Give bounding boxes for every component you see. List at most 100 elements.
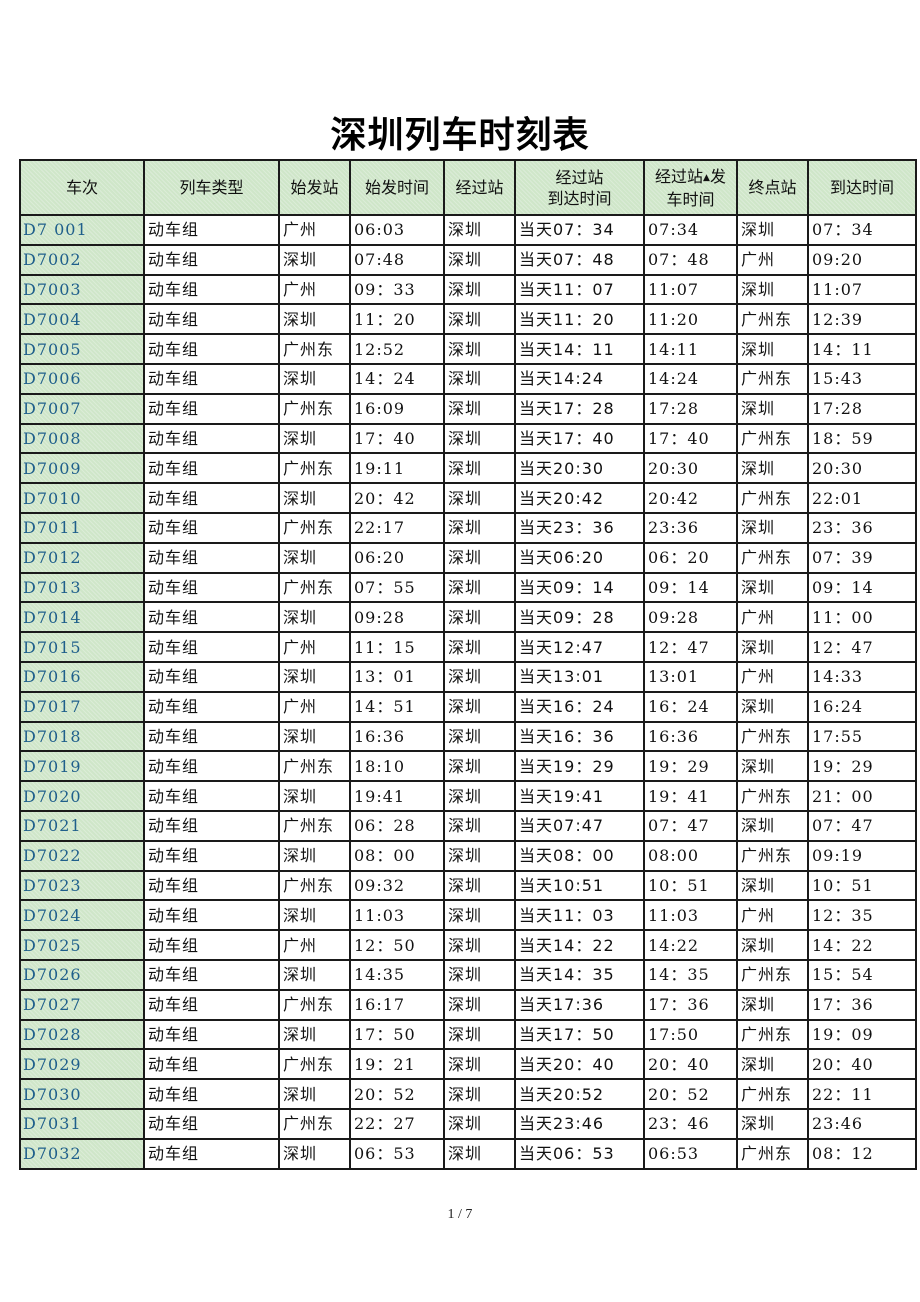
cell-via: 深圳 bbox=[443, 362, 516, 395]
cell-via-arrive: 当天14：35 bbox=[514, 958, 645, 991]
cell-via: 深圳 bbox=[443, 690, 516, 723]
cell-origin: 深圳 bbox=[278, 780, 351, 812]
cell-via-arrive: 当天09：14 bbox=[514, 571, 645, 604]
cell-arrive-time: 17：36 bbox=[807, 988, 917, 1021]
cell-terminal: 广州东 bbox=[736, 839, 809, 872]
table-row: D7018 动车组 深圳 16:36 深圳 当天16：36 16:36 广州东 17:55 bbox=[19, 720, 917, 753]
header-train-no: 车次 bbox=[19, 159, 145, 216]
cell-terminal: 深圳 bbox=[736, 392, 809, 425]
cell-depart-time: 16:09 bbox=[349, 392, 445, 425]
cell-via-depart: 17：36 bbox=[643, 988, 738, 1021]
cell-via: 深圳 bbox=[443, 392, 516, 425]
cell-via-depart: 17:50 bbox=[643, 1018, 738, 1051]
cell-origin: 深圳 bbox=[278, 958, 351, 991]
table-row: D7028 动车组 深圳 17：50 深圳 当天17：50 17:50 广州东 19：09 bbox=[19, 1018, 917, 1051]
cell-via-arrive: 当天16：36 bbox=[514, 720, 645, 753]
table-row: D7022 动车组 深圳 08：00 深圳 当天08：00 08:00 广州东 09:19 bbox=[19, 839, 917, 872]
cell-terminal: 深圳 bbox=[736, 214, 809, 246]
cell-via-arrive: 当天11：03 bbox=[514, 899, 645, 932]
cell-train-type: 动车组 bbox=[143, 273, 280, 306]
cell-terminal: 广州东 bbox=[736, 1018, 809, 1051]
cell-train-type: 动车组 bbox=[143, 988, 280, 1021]
cell-train-type: 动车组 bbox=[143, 452, 280, 485]
page-indicator: 1 / 7 bbox=[447, 1207, 473, 1222]
cell-origin: 广州 bbox=[278, 929, 351, 961]
triangle-mark-icon: ▲ bbox=[703, 172, 710, 183]
cell-depart-time: 14：24 bbox=[349, 362, 445, 395]
cell-train-type: 动车组 bbox=[143, 422, 280, 455]
table-row: D7007 动车组 广州东 16:09 深圳 当天17：28 17:28 深圳 17:28 bbox=[19, 392, 917, 425]
table-row: D7005 动车组 广州东 12:52 深圳 当天14：11 14:11 深圳 14：11 bbox=[19, 333, 917, 365]
cell-terminal: 深圳 bbox=[736, 452, 809, 485]
cell-origin: 深圳 bbox=[278, 839, 351, 872]
cell-train-no: D7020 bbox=[19, 780, 145, 812]
cell-terminal: 广州 bbox=[736, 899, 809, 932]
cell-depart-time: 07:48 bbox=[349, 243, 445, 276]
header-arrive-time: 到达时间 bbox=[807, 159, 917, 216]
cell-via-depart: 16:36 bbox=[643, 720, 738, 753]
cell-train-no: D7 001 bbox=[19, 214, 145, 246]
cell-terminal: 广州东 bbox=[736, 958, 809, 991]
cell-train-no: D7002 bbox=[19, 243, 145, 276]
cell-depart-time: 19:11 bbox=[349, 452, 445, 485]
cell-via: 深圳 bbox=[443, 631, 516, 663]
cell-train-type: 动车组 bbox=[143, 1018, 280, 1051]
cell-arrive-time: 14:33 bbox=[807, 660, 917, 693]
cell-train-no: D7019 bbox=[19, 750, 145, 783]
timetable-body: D7 001 动车组 广州 06:03 深圳 当天07：34 07:34 深圳 07：34 D70… bbox=[19, 214, 917, 1170]
cell-train-no: D7026 bbox=[19, 958, 145, 991]
cell-arrive-time: 17:55 bbox=[807, 720, 917, 753]
cell-origin: 深圳 bbox=[278, 482, 351, 514]
cell-arrive-time: 16:24 bbox=[807, 690, 917, 723]
cell-origin: 广州 bbox=[278, 273, 351, 306]
header-origin: 始发站 bbox=[278, 159, 351, 216]
cell-arrive-time: 12:39 bbox=[807, 303, 917, 336]
cell-origin: 深圳 bbox=[278, 1018, 351, 1051]
cell-via-depart: 20：52 bbox=[643, 1078, 738, 1110]
cell-origin: 深圳 bbox=[278, 601, 351, 634]
cell-via-depart: 17:28 bbox=[643, 392, 738, 425]
cell-train-type: 动车组 bbox=[143, 809, 280, 842]
cell-train-type: 动车组 bbox=[143, 958, 280, 991]
cell-train-no: D7018 bbox=[19, 720, 145, 753]
cell-via-arrive: 当天23：36 bbox=[514, 511, 645, 544]
cell-terminal: 深圳 bbox=[736, 511, 809, 544]
cell-arrive-time: 09：14 bbox=[807, 571, 917, 604]
cell-depart-time: 11:03 bbox=[349, 899, 445, 932]
cell-via-arrive: 当天12:47 bbox=[514, 631, 645, 663]
cell-via-arrive: 当天08：00 bbox=[514, 839, 645, 872]
table-row: D7008 动车组 深圳 17：40 深圳 当天17：40 17：40 广州东 18：59 bbox=[19, 422, 917, 455]
cell-via: 深圳 bbox=[443, 720, 516, 753]
cell-arrive-time: 23:46 bbox=[807, 1107, 917, 1140]
cell-origin: 深圳 bbox=[278, 899, 351, 932]
cell-via-arrive: 当天20:42 bbox=[514, 482, 645, 514]
cell-depart-time: 06：28 bbox=[349, 809, 445, 842]
cell-arrive-time: 11:07 bbox=[807, 273, 917, 306]
cell-via-depart: 09:28 bbox=[643, 601, 738, 634]
cell-depart-time: 11：20 bbox=[349, 303, 445, 336]
cell-depart-time: 08：00 bbox=[349, 839, 445, 872]
cell-arrive-time: 15:43 bbox=[807, 362, 917, 395]
header-via-depart-line2: 车时间 bbox=[666, 189, 715, 209]
cell-via: 深圳 bbox=[443, 660, 516, 693]
cell-depart-time: 16:36 bbox=[349, 720, 445, 753]
cell-train-no: D7028 bbox=[19, 1018, 145, 1051]
table-row: D7002 动车组 深圳 07:48 深圳 当天07：48 07：48 广州 09:20 bbox=[19, 243, 917, 276]
cell-via-depart: 11:07 bbox=[643, 273, 738, 306]
cell-train-type: 动车组 bbox=[143, 899, 280, 932]
table-row: D7013 动车组 广州东 07：55 深圳 当天09：14 09：14 深圳 09：14 bbox=[19, 571, 917, 604]
header-train-type: 列车类型 bbox=[143, 159, 280, 216]
cell-via: 深圳 bbox=[443, 541, 516, 574]
cell-train-no: D7030 bbox=[19, 1078, 145, 1110]
cell-train-type: 动车组 bbox=[143, 571, 280, 604]
table-row: D7011 动车组 广州东 22:17 深圳 当天23：36 23:36 深圳 23：36 bbox=[19, 511, 917, 544]
cell-via-arrive: 当天23:46 bbox=[514, 1107, 645, 1140]
cell-origin: 深圳 bbox=[278, 362, 351, 395]
cell-terminal: 广州东 bbox=[736, 541, 809, 574]
cell-via-depart: 11:20 bbox=[643, 303, 738, 336]
cell-arrive-time: 09:19 bbox=[807, 839, 917, 872]
cell-via-depart: 13:01 bbox=[643, 660, 738, 693]
cell-depart-time: 09:32 bbox=[349, 869, 445, 902]
cell-train-no: D7022 bbox=[19, 839, 145, 872]
cell-train-type: 动车组 bbox=[143, 482, 280, 514]
